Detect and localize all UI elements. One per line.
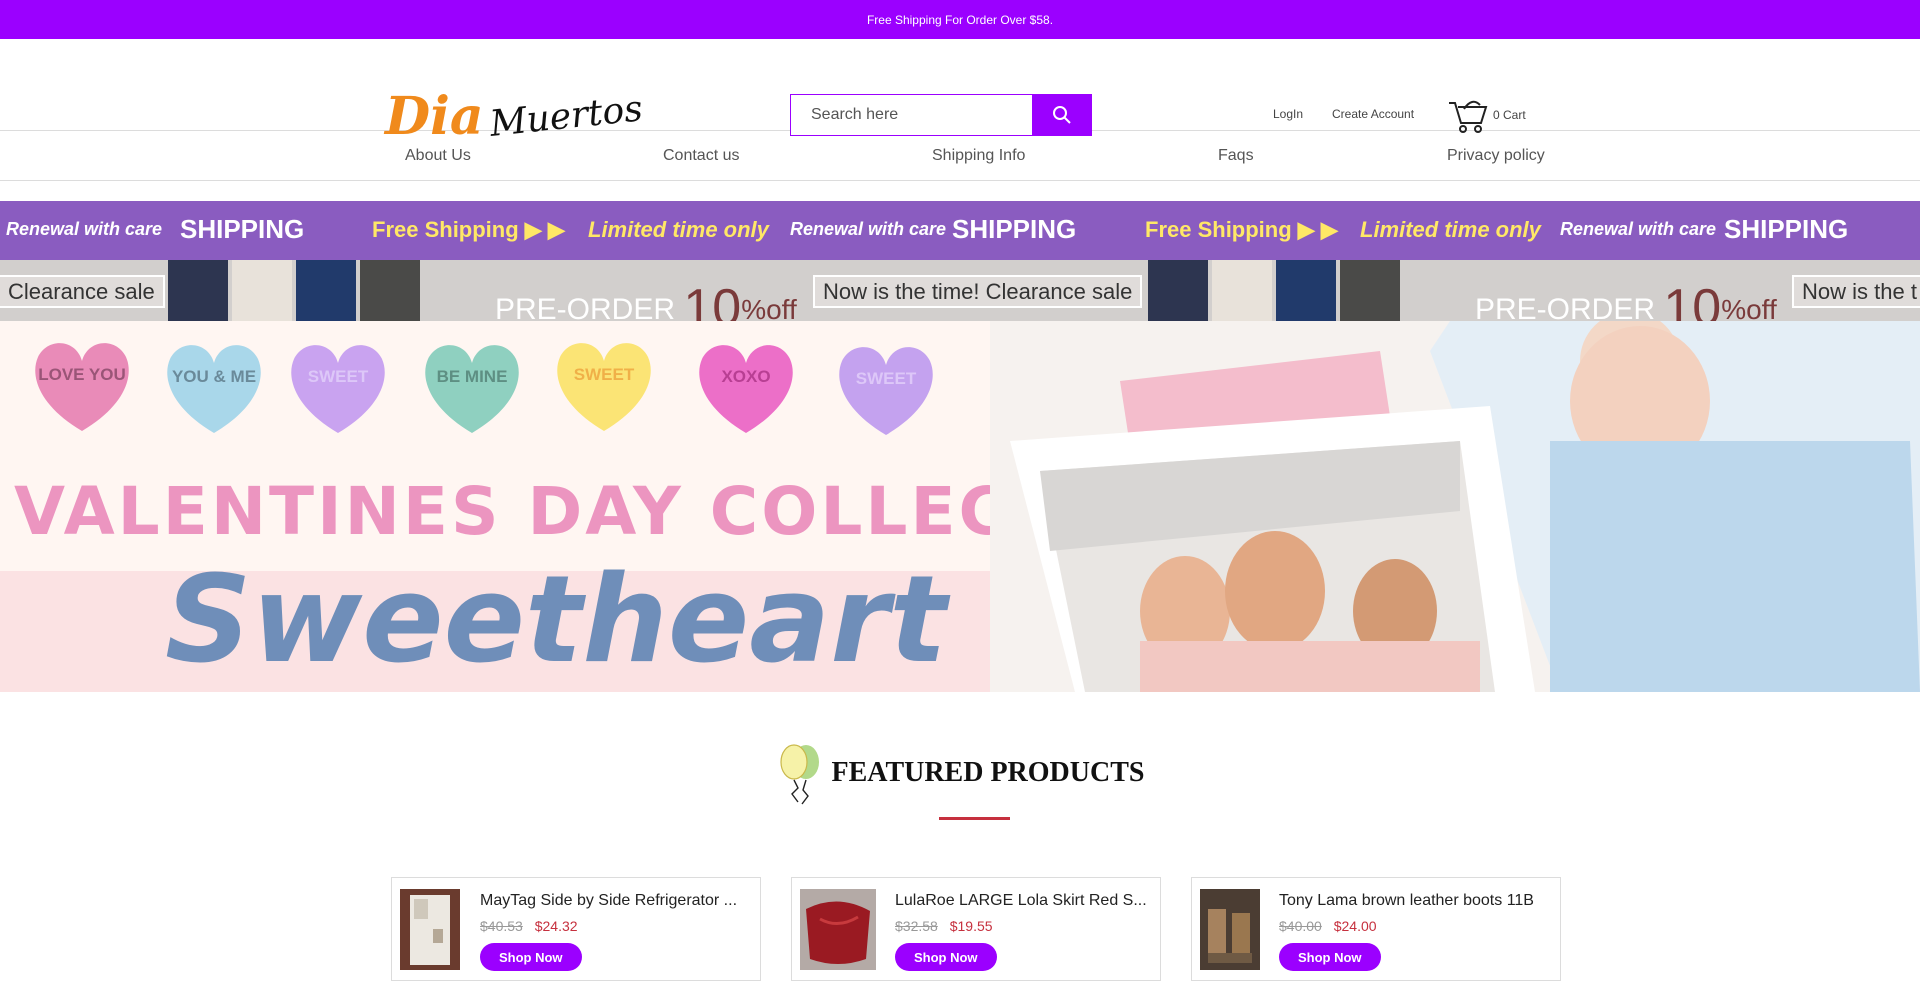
product-name[interactable]: LulaRoe LARGE Lola Skirt Red S... (895, 892, 1153, 910)
nav-faqs[interactable]: Faqs (1218, 147, 1254, 165)
jackets-image (1148, 260, 1400, 321)
promo-shipping: SHIPPING (1724, 214, 1849, 244)
candy-heart: XOXO (692, 337, 800, 437)
announcement-bar: Free Shipping For Order Over $58. (0, 0, 1920, 39)
product-price: $19.55 (949, 918, 993, 934)
product-image[interactable] (800, 889, 876, 970)
site-header: Dia Muertos LogIn Create Account 0 Cart (0, 39, 1920, 145)
nav-contact-us[interactable]: Contact us (663, 147, 739, 165)
promo-banner-shipping[interactable]: Renewal with care SHIPPING Free Shipping… (0, 201, 1920, 260)
candy-heart: BE MINE (418, 337, 526, 437)
promo-now-is-the-time: Now is the t (1792, 275, 1920, 308)
promo-shipping: SHIPPING (180, 214, 305, 244)
product-card[interactable]: Tony Lama brown leather boots 11B $40.00… (1191, 877, 1561, 981)
product-old-price: $40.53 (480, 918, 523, 934)
shop-now-button[interactable]: Shop Now (480, 943, 582, 971)
hero-sweetheart-title: Sweetheart (165, 551, 947, 690)
candy-heart: SWEET (550, 335, 658, 435)
announcement-text: Free Shipping For Order Over $58. (866, 12, 1054, 27)
search-bar (790, 94, 1092, 136)
hero-banner[interactable]: LOVE YOU YOU & ME SWEET BE MINE SWEET XO… (0, 321, 1920, 692)
promo-renewal: Renewal with care (1560, 219, 1717, 239)
product-prices: $40.53 $24.32 (480, 918, 578, 934)
nav-about-us[interactable]: About Us (405, 147, 471, 165)
candy-heart: YOU & ME (160, 337, 268, 437)
promo-free-shipping: Free Shipping ▶ ▶ (1145, 217, 1338, 242)
featured-section: FEATURED PRODUCTS (0, 738, 1920, 813)
main-nav: About Us Contact us Shipping Info Faqs P… (0, 131, 1920, 181)
search-input[interactable] (790, 94, 1032, 136)
cart-icon (1449, 100, 1488, 133)
product-price: $24.32 (534, 918, 578, 934)
product-price: $24.00 (1333, 918, 1377, 934)
create-account-link[interactable]: Create Account (1332, 107, 1414, 121)
promo-banner-clearance[interactable]: Clearance sale PRE-ORDER 10%off Now is t… (0, 260, 1920, 321)
featured-heading: FEATURED PRODUCTS (776, 738, 1145, 808)
product-name[interactable]: MayTag Side by Side Refrigerator ... (480, 892, 750, 910)
product-old-price: $32.58 (895, 918, 938, 934)
nav-privacy-policy[interactable]: Privacy policy (1447, 147, 1545, 165)
product-image[interactable] (400, 889, 460, 970)
candy-heart: SWEET (832, 339, 940, 439)
login-link[interactable]: LogIn (1273, 107, 1303, 121)
promo-free-shipping: Free Shipping ▶ ▶ (372, 217, 565, 242)
promo-clearance: Clearance sale (0, 275, 165, 308)
promo-now-is-the-time: Now is the time! Clearance sale (813, 275, 1143, 308)
shop-now-button[interactable]: Shop Now (895, 943, 997, 971)
product-card[interactable]: MayTag Side by Side Refrigerator ... $40… (391, 877, 761, 981)
product-card[interactable]: LulaRoe LARGE Lola Skirt Red S... $32.58… (791, 877, 1161, 981)
promo-preorder: PRE-ORDER 10%off (495, 279, 797, 321)
product-prices: $40.00 $24.00 (1279, 918, 1377, 934)
title-divider (939, 817, 1010, 820)
cart-count: 0 Cart (1493, 108, 1526, 122)
featured-title: FEATURED PRODUCTS (831, 757, 1145, 788)
jackets-image (168, 260, 420, 321)
promo-limited: Limited time only (588, 217, 769, 242)
hero-photo-collage (990, 321, 1920, 692)
candy-heart: SWEET (284, 337, 392, 437)
search-icon (1053, 106, 1071, 124)
shop-now-button[interactable]: Shop Now (1279, 943, 1381, 971)
product-name[interactable]: Tony Lama brown leather boots 11B (1279, 892, 1549, 910)
candy-heart: LOVE YOU (28, 335, 136, 435)
promo-renewal: Renewal with care (6, 219, 163, 239)
search-button[interactable] (1032, 94, 1092, 136)
promo-limited: Limited time only (1360, 217, 1541, 242)
nav-shipping-info[interactable]: Shipping Info (932, 147, 1025, 165)
product-image[interactable] (1200, 889, 1260, 970)
cart-link[interactable]: 0 Cart (1447, 95, 1526, 135)
balloon-icon (779, 744, 819, 805)
promo-renewal: Renewal with care (790, 219, 947, 239)
promo-shipping: SHIPPING (952, 214, 1077, 244)
product-old-price: $40.00 (1279, 918, 1322, 934)
promo-preorder: PRE-ORDER 10%off (1475, 279, 1777, 321)
product-prices: $32.58 $19.55 (895, 918, 993, 934)
